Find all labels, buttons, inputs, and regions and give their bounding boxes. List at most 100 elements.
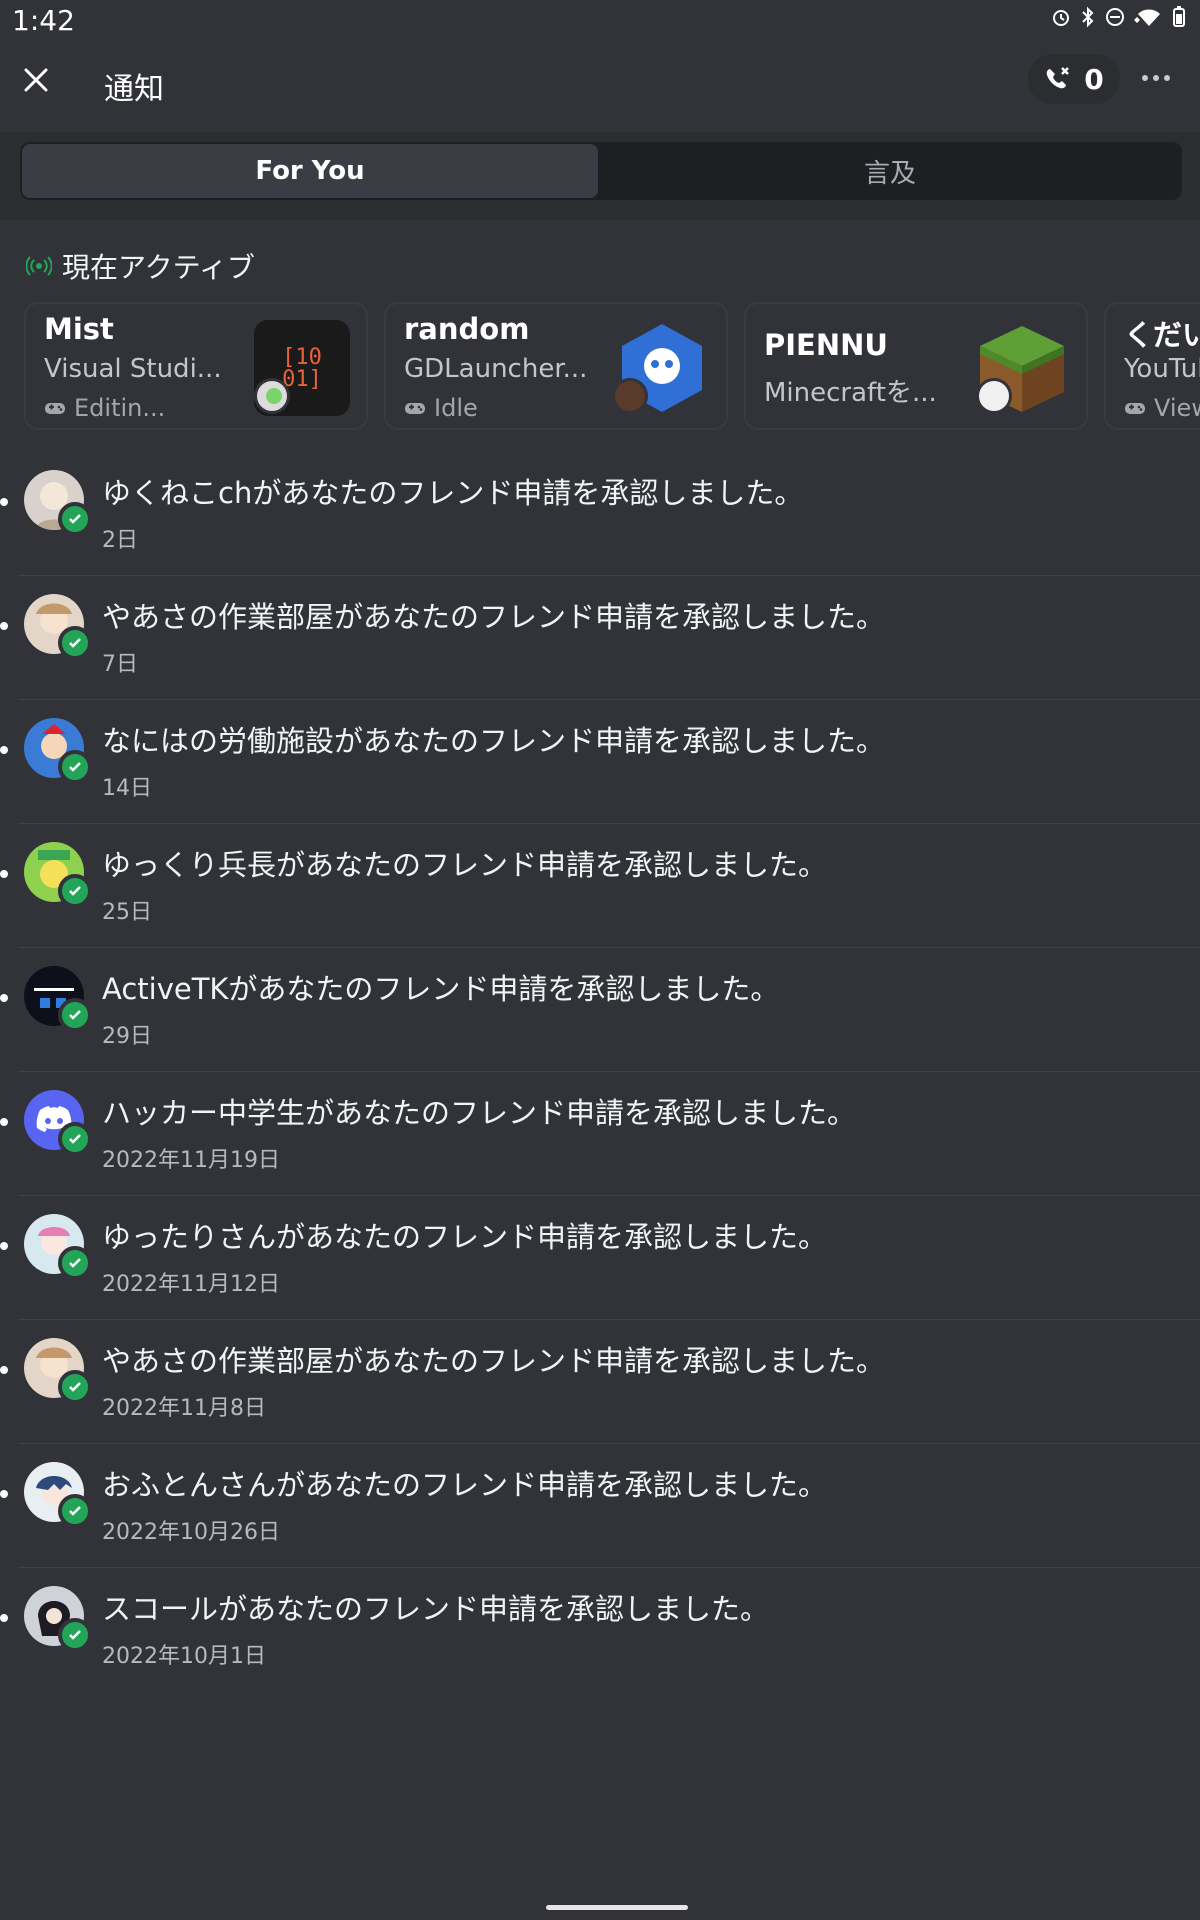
active-card-name: PIENNU [764, 328, 888, 362]
check-badge [58, 1122, 92, 1156]
unread-dot [0, 994, 8, 1002]
notification-message: ActiveTKがあなたのフレンド申請を承認しました。 [102, 972, 780, 1006]
active-card-detail-row: Editin... [44, 394, 165, 422]
active-card-detail-row: Idle [404, 394, 478, 422]
notification-time: 14日 [102, 776, 152, 801]
unread-dot [0, 1490, 8, 1498]
close-button[interactable] [14, 58, 58, 102]
avatar [612, 378, 648, 414]
notification-time: 2日 [102, 528, 138, 553]
notification-time: 25日 [102, 900, 152, 925]
check-icon [69, 1506, 81, 1516]
active-now-header: 現在アクティブ [26, 246, 255, 286]
unread-dot [0, 498, 8, 506]
status-icons [1050, 6, 1186, 28]
unread-dot [0, 1242, 8, 1250]
app-header: 通知 0 [0, 40, 1200, 132]
notification-time: 2022年11月12日 [102, 1272, 280, 1297]
active-card-detail: Editin... [74, 394, 166, 422]
check-icon [69, 886, 81, 896]
tab-bar: For You 言及 [0, 132, 1200, 220]
notification-item[interactable]: なにはの労働施設があなたのフレンド申請を承認しました。 14日 [0, 700, 1200, 824]
dot-icon [1153, 75, 1159, 81]
tab-for-you[interactable]: For You [22, 144, 598, 198]
notification-message: やあさの作業部屋があなたのフレンド申請を承認しました。 [102, 1344, 886, 1378]
more-options-button[interactable] [1136, 68, 1176, 88]
notification-time: 2022年10月26日 [102, 1520, 280, 1545]
dnd-icon [1106, 8, 1124, 26]
notification-time: 7日 [102, 652, 138, 677]
status-time: 1:42 [12, 4, 75, 37]
active-card-name: random [404, 312, 530, 346]
active-card[interactable]: Mist Visual Studi... Editin... [10 01] [24, 302, 368, 430]
page-title: 通知 [104, 72, 164, 107]
check-badge [58, 626, 92, 660]
notification-item[interactable]: ActiveTKがあなたのフレンド申請を承認しました。 29日 [0, 948, 1200, 1072]
check-badge [58, 502, 92, 536]
active-card[interactable]: くだい YouTul View [1104, 302, 1200, 430]
notification-item[interactable]: ゆっくり兵長があなたのフレンド申請を承認しました。 25日 [0, 824, 1200, 948]
notification-message: ゆっくり兵長があなたのフレンド申請を承認しました。 [102, 848, 828, 882]
gamepad-icon [45, 403, 65, 414]
notification-message: やあさの作業部屋があなたのフレンド申請を承認しました。 [102, 600, 886, 634]
active-card-activity: YouTul [1124, 354, 1200, 384]
gamepad-icon [405, 403, 425, 414]
check-icon [69, 1134, 81, 1144]
wifi-icon [1134, 9, 1160, 26]
unread-dot [0, 870, 8, 878]
active-now-cards: Mist Visual Studi... Editin... [10 01] ra… [24, 302, 1200, 434]
tab-mentions[interactable]: 言及 [600, 144, 1180, 198]
dot-icon [1142, 75, 1148, 81]
home-indicator[interactable] [546, 1905, 688, 1910]
segmented-control: For You 言及 [20, 142, 1182, 200]
notification-item[interactable]: ゆったりさんがあなたのフレンド申請を承認しました。 2022年11月12日 [0, 1196, 1200, 1320]
unread-dot [0, 1118, 8, 1126]
unread-dot [0, 1366, 8, 1374]
active-card-activity: GDLauncher... [404, 354, 588, 384]
check-badge [58, 750, 92, 784]
bluetooth-icon [1082, 6, 1094, 28]
active-card[interactable]: PIENNU Minecraftを... [744, 302, 1088, 430]
notification-message: なにはの労働施設があなたのフレンド申請を承認しました。 [102, 724, 886, 758]
broadcast-icon [26, 256, 52, 276]
gamepad-icon [1125, 403, 1145, 414]
close-icon [24, 68, 48, 92]
notification-message: おふとんさんがあなたのフレンド申請を承認しました。 [102, 1468, 828, 1502]
alarm-icon [1053, 10, 1069, 26]
notification-item[interactable]: ゆくねこchがあなたのフレンド申請を承認しました。 2日 [0, 452, 1200, 576]
dot-icon [1164, 75, 1170, 81]
active-card-detail: Idle [434, 394, 478, 422]
check-icon [69, 1010, 81, 1020]
phone-missed-icon [1046, 67, 1070, 89]
active-card-name: Mist [44, 312, 114, 346]
check-badge [58, 874, 92, 908]
active-now-title: 現在アクティブ [62, 251, 255, 284]
notification-message: スコールがあなたのフレンド申請を承認しました。 [102, 1592, 770, 1626]
avatar [254, 378, 290, 414]
active-card-activity: Minecraftを... [764, 378, 937, 408]
unread-dot [0, 746, 8, 754]
check-badge [58, 1370, 92, 1404]
notification-time: 2022年11月19日 [102, 1148, 280, 1173]
notification-time: 2022年10月1日 [102, 1644, 266, 1669]
check-badge [58, 998, 92, 1032]
active-card-detail: View [1154, 394, 1200, 422]
notification-item[interactable]: やあさの作業部屋があなたのフレンド申請を承認しました。 7日 [0, 576, 1200, 700]
active-card-name: くだい [1124, 318, 1200, 352]
check-icon [69, 514, 81, 524]
check-badge [58, 1618, 92, 1652]
notification-item[interactable]: やあさの作業部屋があなたのフレンド申請を承認しました。 2022年11月8日 [0, 1320, 1200, 1444]
check-icon [69, 1382, 81, 1392]
notification-time: 2022年11月8日 [102, 1396, 266, 1421]
status-bar: 1:42 [0, 0, 1200, 40]
active-card[interactable]: random GDLauncher... Idle [384, 302, 728, 430]
check-icon [69, 762, 81, 772]
check-icon [69, 1258, 81, 1268]
notification-message: ハッカー中学生があなたのフレンド申請を承認しました。 [102, 1096, 857, 1130]
call-button[interactable]: 0 [1028, 54, 1120, 104]
active-card-detail-row: View [1124, 394, 1200, 422]
check-badge [58, 1246, 92, 1280]
notification-item[interactable]: おふとんさんがあなたのフレンド申請を承認しました。 2022年10月26日 [0, 1444, 1200, 1568]
notification-item[interactable]: ハッカー中学生があなたのフレンド申請を承認しました。 2022年11月19日 [0, 1072, 1200, 1196]
notification-item[interactable]: スコールがあなたのフレンド申請を承認しました。 2022年10月1日 [0, 1568, 1200, 1692]
